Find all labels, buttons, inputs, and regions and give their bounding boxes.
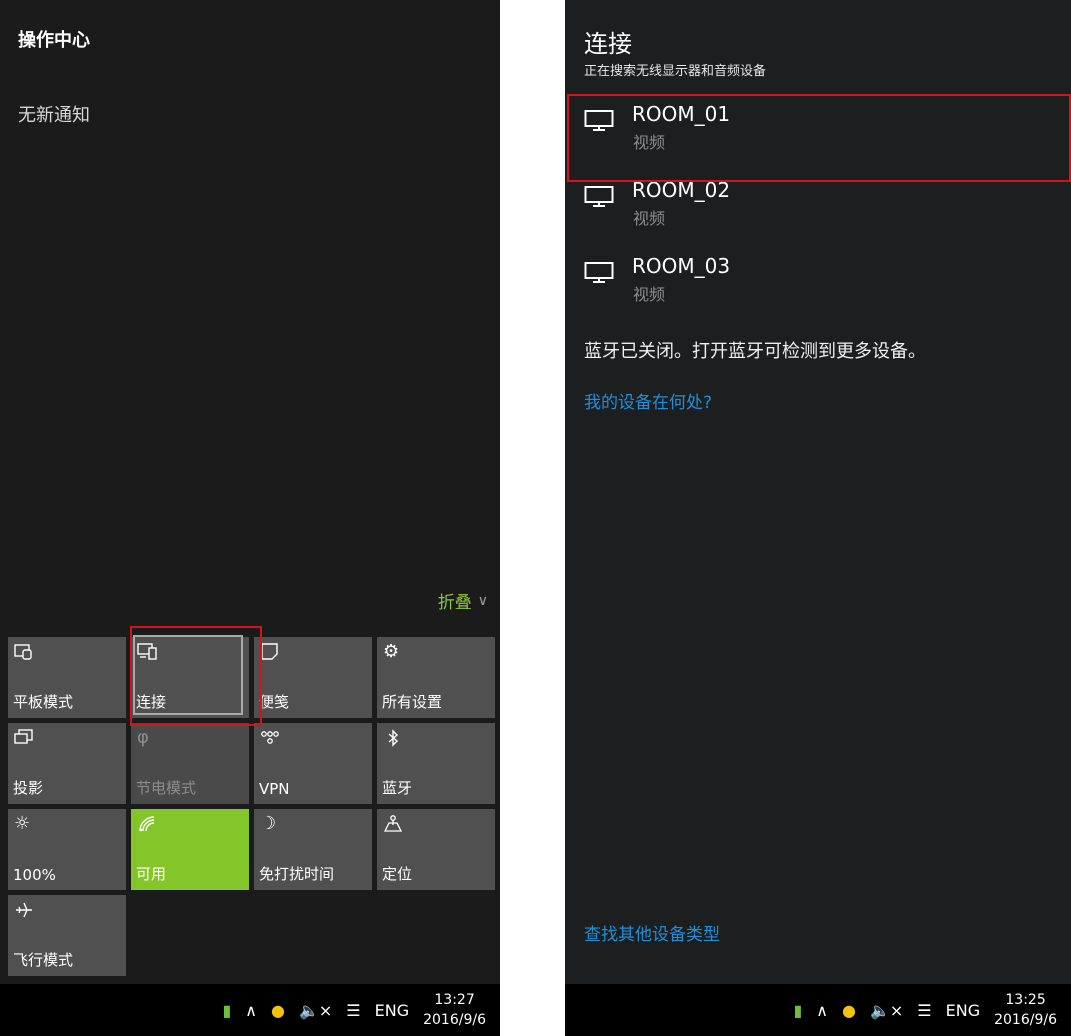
tile-label: 蓝牙 xyxy=(382,779,413,797)
device-name: ROOM_01 xyxy=(632,102,731,126)
tile-label: 飞行模式 xyxy=(13,951,74,969)
quick-actions-grid: 平板模式 连接 便笺 ⚙ 所有设置 投影 φ 节电模式 VPN 蓝牙 ☼ 100… xyxy=(8,635,496,976)
monitor-icon xyxy=(584,260,614,286)
tile-all-settings[interactable]: ⚙ 所有设置 xyxy=(377,637,495,718)
vpn-icon xyxy=(260,728,280,753)
gear-icon: ⚙ xyxy=(383,641,400,662)
location-icon xyxy=(383,814,403,839)
taskbar: ▮ ∧ ● 🔈× ☰ ENG 13:25 2016/9/6 xyxy=(565,984,1071,1036)
tile-brightness[interactable]: ☼ 100% xyxy=(8,809,126,890)
note-icon xyxy=(260,642,280,667)
page-title: 连接 xyxy=(584,30,632,58)
tile-quiet-hours[interactable]: ☽ 免打扰时间 xyxy=(254,809,372,890)
tablet-mode-icon xyxy=(14,642,34,667)
tile-connect[interactable]: 连接 xyxy=(131,635,249,718)
tile-battery-saver[interactable]: φ 节电模式 xyxy=(131,723,249,804)
tile-label: 连接 xyxy=(136,693,167,711)
battery-saver-icon: φ xyxy=(137,727,149,748)
wifi-icon xyxy=(137,814,157,839)
tile-label: 免打扰时间 xyxy=(259,865,335,883)
where-is-my-device-link[interactable]: 我的设备在何处? xyxy=(584,388,712,413)
tile-note[interactable]: 便笺 xyxy=(254,637,372,718)
brightness-icon: ☼ xyxy=(14,813,31,834)
device-item-room-03[interactable]: ROOM_03 视频 xyxy=(565,248,1071,308)
status-badge-icon[interactable]: ● xyxy=(271,1001,285,1020)
moon-icon: ☽ xyxy=(260,813,277,834)
tile-label: 可用 xyxy=(136,865,167,883)
device-type: 视频 xyxy=(633,209,666,228)
action-center-title: 操作中心 xyxy=(18,30,90,51)
tile-bluetooth[interactable]: 蓝牙 xyxy=(377,723,495,804)
tile-project[interactable]: 投影 xyxy=(8,723,126,804)
clock[interactable]: 13:25 2016/9/6 xyxy=(994,990,1057,1030)
tile-location[interactable]: 定位 xyxy=(377,809,495,890)
device-type: 视频 xyxy=(633,133,666,152)
tile-label: 100% xyxy=(13,866,56,884)
project-icon xyxy=(14,728,34,753)
tile-label: 节电模式 xyxy=(136,779,197,797)
chevron-up-icon[interactable]: ∧ xyxy=(245,1001,257,1020)
tile-vpn[interactable]: VPN xyxy=(254,723,372,804)
device-item-room-02[interactable]: ROOM_02 视频 xyxy=(565,172,1071,232)
monitor-icon xyxy=(584,108,614,134)
device-type: 视频 xyxy=(633,285,666,304)
bluetooth-icon xyxy=(383,728,403,753)
tile-wifi[interactable]: 可用 xyxy=(131,809,249,890)
monitor-icon xyxy=(584,184,614,210)
tile-label: 所有设置 xyxy=(382,693,443,711)
clock-date: 2016/9/6 xyxy=(423,1012,486,1028)
tile-label: 便笺 xyxy=(259,693,290,711)
device-item-room-01[interactable]: ROOM_01 视频 xyxy=(565,96,1071,156)
chevron-up-icon[interactable]: ∧ xyxy=(816,1001,828,1020)
language-indicator[interactable]: ENG xyxy=(946,1001,980,1020)
usb-icon[interactable]: ▮ xyxy=(793,1001,802,1020)
device-name: ROOM_02 xyxy=(632,178,731,202)
collapse-button[interactable]: 折叠 ∨ xyxy=(437,588,488,614)
language-indicator[interactable]: ENG xyxy=(375,1001,409,1020)
device-name: ROOM_03 xyxy=(632,254,731,278)
find-other-devices-link[interactable]: 查找其他设备类型 xyxy=(584,920,720,945)
action-center-icon[interactable]: ☰ xyxy=(346,1001,360,1020)
chevron-down-icon: ∨ xyxy=(477,592,488,609)
status-badge-icon[interactable]: ● xyxy=(842,1001,856,1020)
tile-label: 平板模式 xyxy=(13,693,74,711)
clock-time: 13:27 xyxy=(434,992,475,1008)
tile-tablet-mode[interactable]: 平板模式 xyxy=(8,637,126,718)
taskbar: ▮ ∧ ● 🔈× ☰ ENG 13:27 2016/9/6 xyxy=(0,984,500,1036)
tile-airplane-mode[interactable]: 飞行模式 xyxy=(8,895,126,976)
clock[interactable]: 13:27 2016/9/6 xyxy=(423,990,486,1030)
connect-icon xyxy=(137,642,159,667)
volume-muted-icon[interactable]: 🔈× xyxy=(870,1001,903,1020)
bluetooth-off-note: 蓝牙已关闭。打开蓝牙可检测到更多设备。 xyxy=(584,341,926,362)
tile-label: VPN xyxy=(259,780,290,798)
airplane-icon xyxy=(14,900,34,925)
action-center-icon[interactable]: ☰ xyxy=(917,1001,931,1020)
usb-icon[interactable]: ▮ xyxy=(222,1001,231,1020)
searching-status: 正在搜索无线显示器和音频设备 xyxy=(584,64,767,79)
volume-muted-icon[interactable]: 🔈× xyxy=(299,1001,332,1020)
collapse-label: 折叠 xyxy=(437,593,472,613)
clock-date: 2016/9/6 xyxy=(994,1012,1057,1028)
tile-label: 投影 xyxy=(13,779,44,797)
tile-label: 定位 xyxy=(382,865,413,883)
clock-time: 13:25 xyxy=(1005,992,1046,1008)
action-center-panel: 操作中心 无新通知 折叠 ∨ 平板模式 连接 便笺 ⚙ 所有设置 投影 φ 节电… xyxy=(0,0,500,1036)
connect-pane: 连接 正在搜索无线显示器和音频设备 ROOM_01 视频 ROOM_02 视频 … xyxy=(565,0,1071,1036)
no-notifications-text: 无新通知 xyxy=(18,105,90,126)
